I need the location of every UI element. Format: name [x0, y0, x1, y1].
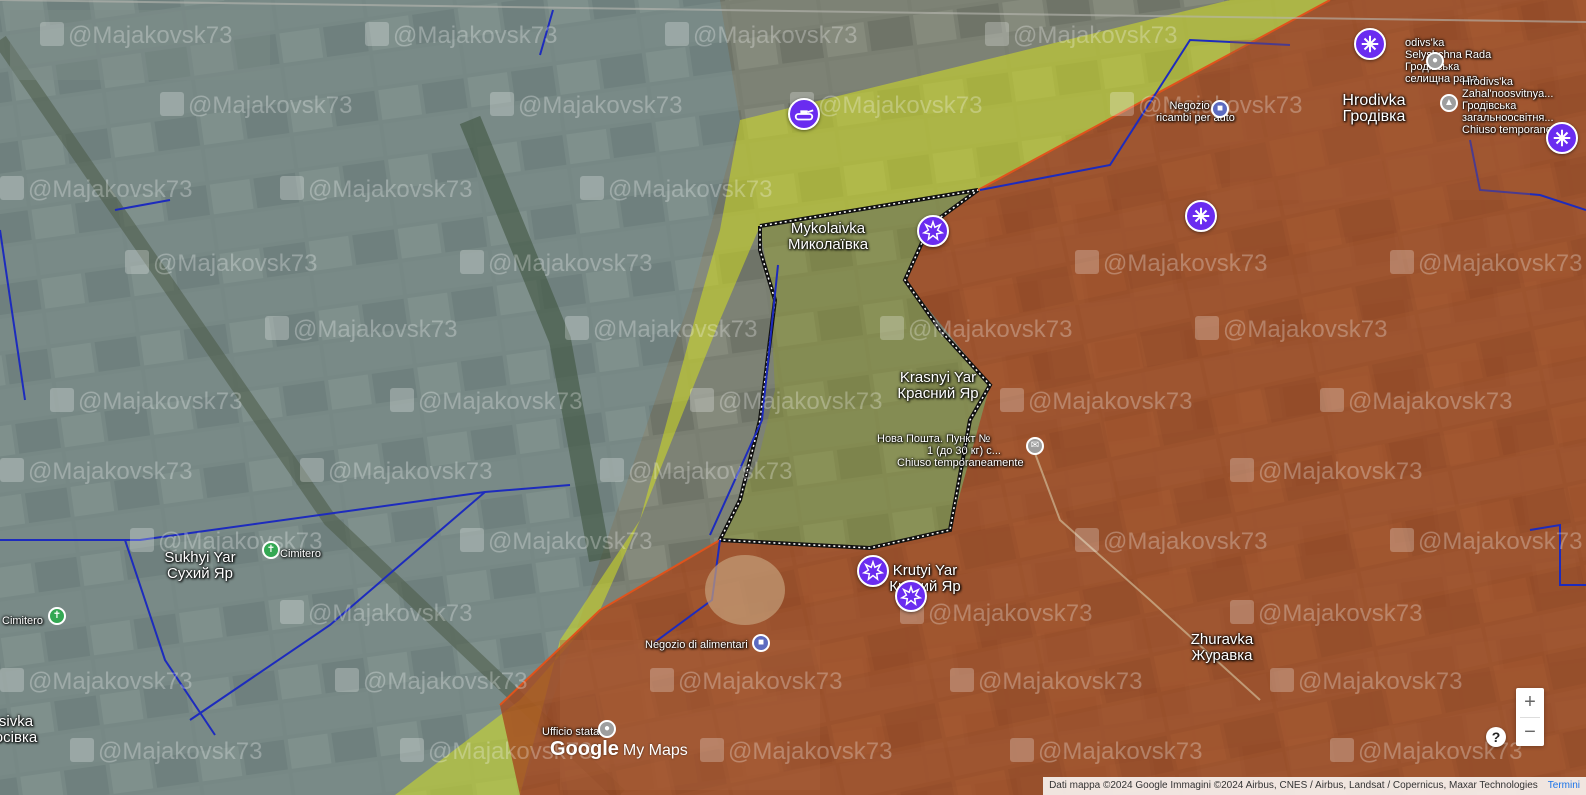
zoom-control: + − — [1516, 688, 1544, 746]
google-logo-text: Google — [550, 738, 619, 760]
poi-line: загальноосвітня... — [1462, 112, 1554, 124]
place-name-latin: Mykolaivka — [790, 220, 866, 237]
my-maps-logo-text: My Maps — [622, 742, 688, 759]
place-name-cyrillic: Сухий Яр — [167, 565, 233, 582]
poi-title: odivs'ka — [1405, 37, 1445, 49]
google-my-maps-logo[interactable]: Google My Maps — [550, 738, 688, 761]
poi-line: Selyshchna Rada — [1405, 49, 1492, 61]
poi-line: 1 (до 30 кг) с... — [927, 445, 1001, 457]
poi-nova-poshta[interactable]: Нова Пошта. Пункт № 1 (до 30 кг) с... Ch… — [877, 433, 1024, 469]
poi-line: Гродівська — [1462, 100, 1517, 112]
place-label-rosivka[interactable]: sivka осівка — [0, 714, 37, 746]
zoom-in-button[interactable]: + — [1516, 688, 1544, 717]
place-name-latin: Krutyi Yar — [892, 562, 958, 579]
grocery-pin-icon[interactable]: ■ — [752, 634, 770, 652]
place-label-hrodivka[interactable]: Hrodivka Гродівка — [1342, 93, 1405, 125]
explosion-marker[interactable] — [895, 580, 927, 612]
place-name-cyrillic: Гродівка — [1342, 108, 1406, 125]
drone-icon — [1553, 129, 1571, 147]
drone-icon — [1192, 207, 1210, 225]
tank-icon — [794, 109, 814, 121]
place-label-krasnyi-yar[interactable]: Krasnyi Yar Красний Яр — [897, 370, 978, 402]
place-label-sukhyi-yar[interactable]: Sukhyi Yar Сухий Яр — [164, 550, 235, 582]
attribution-text: Dati mappa ©2024 Google Immagini ©2024 A… — [1049, 780, 1538, 791]
place-name-latin: Zhuravka — [1190, 631, 1254, 648]
drone-marker[interactable] — [1546, 122, 1578, 154]
poi-zahalnoosvitnya[interactable]: Hrodivs'ka Zahal'noosvitnya... Гродівськ… — [1462, 76, 1561, 136]
place-name-latin: Hrodivka — [1342, 92, 1406, 109]
drone-marker[interactable] — [1185, 200, 1217, 232]
mail-pin-icon[interactable]: ✉ — [1026, 437, 1044, 455]
place-name-cyrillic: Журавка — [1191, 647, 1253, 664]
drone-icon — [1361, 35, 1379, 53]
poi-line: Zahal'noosvitnya... — [1462, 88, 1554, 100]
place-label-zhuravka[interactable]: Zhuravka Журавка — [1191, 632, 1254, 664]
place-name-cyrillic: Красний Яр — [897, 385, 979, 402]
government-pin-icon[interactable]: ● — [1426, 52, 1444, 70]
explosion-icon — [862, 560, 884, 582]
map-attribution: Dati mappa ©2024 Google Immagini ©2024 A… — [1043, 777, 1586, 795]
terms-link[interactable]: Termini — [1548, 780, 1580, 791]
explosion-marker[interactable] — [857, 555, 889, 587]
place-name-latin: sivka — [0, 713, 34, 730]
drone-marker[interactable] — [1354, 28, 1386, 60]
tank-marker[interactable] — [788, 98, 820, 130]
explosion-icon — [922, 220, 944, 242]
place-name-cyrillic: Миколаївка — [787, 236, 869, 253]
help-icon: ? — [1491, 729, 1501, 745]
poi-title: Нова Пошта. Пункт № — [877, 433, 991, 445]
place-name-latin: Sukhyi Yar — [164, 549, 236, 566]
poi-line: Гродівська — [1405, 61, 1491, 73]
cemetery-pin-icon[interactable]: ✝ — [48, 607, 66, 625]
cemetery-pin-icon[interactable]: ✝ — [262, 541, 280, 559]
poi-cimitero[interactable]: Cimitero — [280, 548, 321, 560]
place-name-cyrillic: осівка — [0, 729, 38, 746]
explosion-icon — [900, 585, 922, 607]
poi-line: Chiuso temporaneamente — [897, 457, 1024, 469]
poi-title: Hrodivs'ka — [1462, 76, 1514, 88]
place-name-latin: Krasnyi Yar — [899, 369, 977, 386]
poi-negozio-alimentari[interactable]: Negozio di alimentari — [645, 639, 748, 651]
explosion-marker[interactable] — [917, 215, 949, 247]
zoom-out-button[interactable]: − — [1516, 718, 1544, 747]
school-pin-icon[interactable]: ▲ — [1440, 94, 1458, 112]
place-label-mykolaivka[interactable]: Mykolaivka Миколаївка — [788, 221, 868, 253]
shop-pin-icon[interactable]: ■ — [1211, 100, 1229, 118]
government-pin-icon[interactable]: ● — [598, 720, 616, 738]
help-button[interactable]: ? — [1486, 727, 1506, 747]
poi-cimitero[interactable]: Cimitero — [2, 615, 43, 627]
map-canvas[interactable]: @Majakovsk73 @Majakovsk73 @Majakovsk73 @… — [0, 0, 1586, 795]
